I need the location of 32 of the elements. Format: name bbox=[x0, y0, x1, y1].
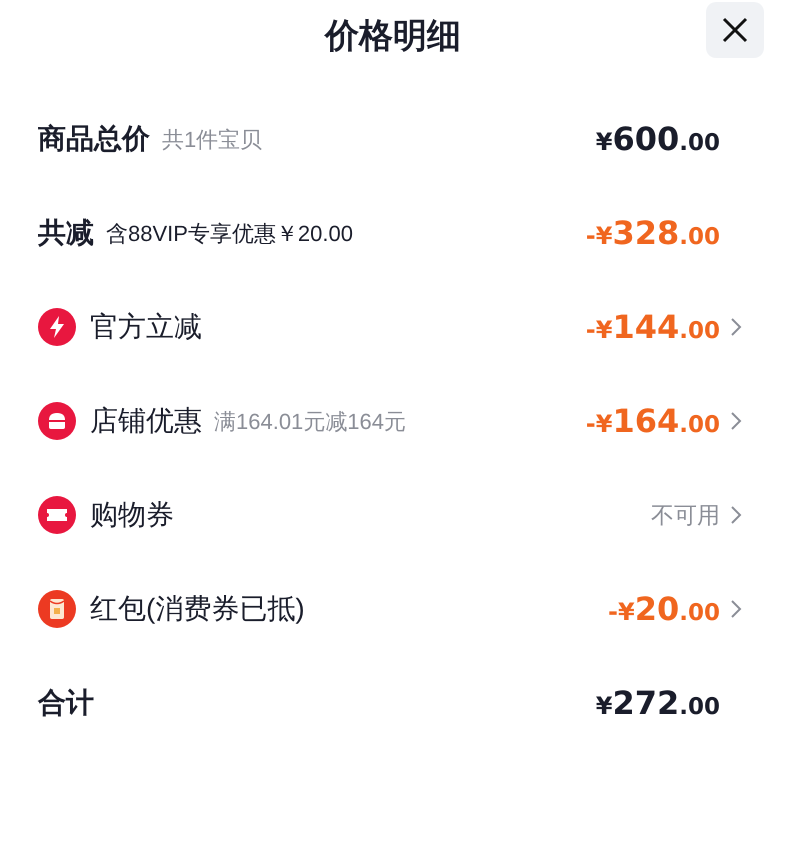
price: -¥328.00 bbox=[586, 213, 720, 254]
close-icon bbox=[722, 17, 748, 43]
row-note: 含88VIP专享优惠￥20.00 bbox=[106, 220, 353, 248]
chevron-right-icon bbox=[730, 505, 742, 525]
close-button[interactable] bbox=[706, 2, 764, 58]
lightning-icon bbox=[38, 308, 76, 346]
price: ¥272.00 bbox=[596, 683, 720, 724]
row-label: 商品总价 bbox=[38, 122, 150, 156]
price: -¥20.00 bbox=[608, 589, 720, 630]
envelope-icon bbox=[38, 590, 76, 628]
discount-row[interactable]: 官方立减 -¥144.00 bbox=[38, 280, 742, 374]
discount-row[interactable]: 店铺优惠 满164.01元减164元 -¥164.00 bbox=[38, 374, 742, 468]
row-note: 共1件宝贝 bbox=[162, 126, 262, 154]
row-label: 店铺优惠 bbox=[90, 404, 202, 438]
sheet-title: 价格明细 bbox=[325, 16, 461, 56]
row-note: 满164.01元减164元 bbox=[214, 408, 406, 436]
price: -¥144.00 bbox=[586, 307, 720, 348]
row-label: 合计 bbox=[38, 686, 94, 720]
price: ¥600.00 bbox=[596, 119, 720, 160]
row-label: 官方立减 bbox=[90, 310, 202, 344]
chevron-right-icon bbox=[730, 411, 742, 431]
discount-row[interactable]: 红包(消费券已抵) -¥20.00 bbox=[38, 562, 742, 656]
row-label: 红包(消费券已抵) bbox=[90, 592, 305, 626]
chevron-right-icon bbox=[730, 599, 742, 619]
status-text: 不可用 bbox=[651, 500, 720, 530]
shop-icon bbox=[38, 402, 76, 440]
price: -¥164.00 bbox=[586, 401, 720, 442]
discount-row[interactable]: 购物券 不可用 bbox=[38, 468, 742, 562]
row-label: 共减 bbox=[38, 216, 94, 250]
chevron-right-icon bbox=[730, 317, 742, 337]
row-label: 购物券 bbox=[90, 498, 174, 532]
ticket-icon bbox=[38, 496, 76, 534]
